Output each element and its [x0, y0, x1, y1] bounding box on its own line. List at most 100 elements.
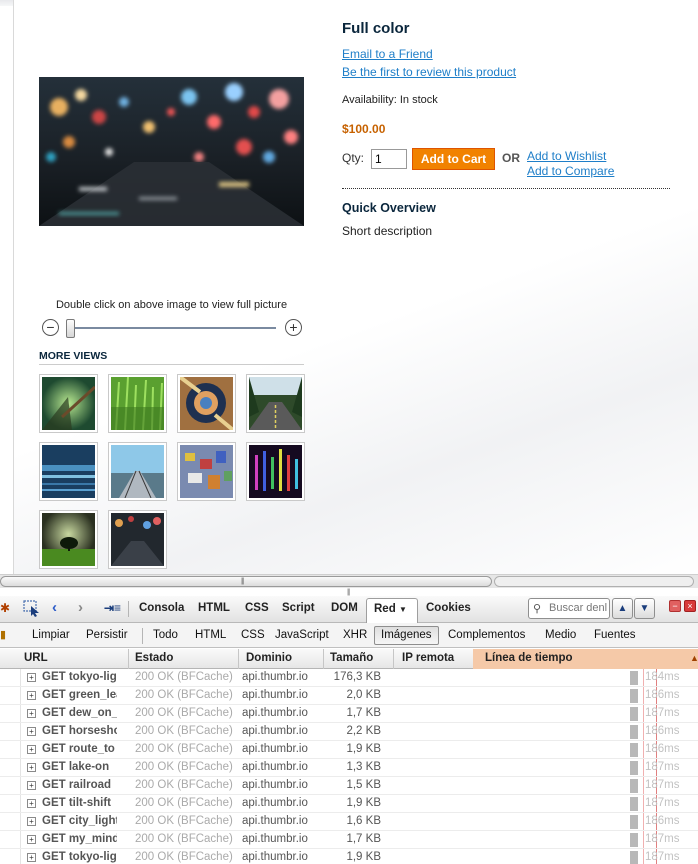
expand-row-icon[interactable]: +	[27, 745, 36, 754]
table-row[interactable]: + GET tokyo-light 200 OK (BFCache) api.thum…	[0, 669, 698, 687]
table-row[interactable]: + GET my_mind 200 OK (BFCache) api.thumbr.i…	[0, 831, 698, 849]
inspect-element-icon[interactable]	[22, 599, 42, 617]
request-url[interactable]: GET route_to	[42, 743, 117, 755]
request-domain: api.thumbr.io	[242, 833, 308, 845]
request-time: 186ms	[645, 743, 680, 755]
filter-complementos[interactable]: Complementos	[448, 629, 525, 641]
filter-fuentes[interactable]: Fuentes	[594, 629, 636, 641]
tab-consola[interactable]: Consola	[139, 602, 184, 614]
more-views-heading: MORE VIEWS	[39, 350, 304, 365]
request-time: 187ms	[645, 833, 680, 845]
thumbnail-forest-road[interactable]	[246, 374, 305, 433]
request-url[interactable]: GET green_leaves	[42, 689, 117, 701]
scrollbar-track-end[interactable]	[494, 576, 694, 587]
zoom-slider-track[interactable]	[68, 327, 276, 329]
thumbnail-green-grass[interactable]	[108, 374, 167, 433]
column-ip-remota[interactable]: IP remota	[402, 652, 454, 664]
table-row[interactable]: + GET city_lights 200 OK (BFCache) api.thum…	[0, 813, 698, 831]
filter-todo[interactable]: Todo	[153, 629, 178, 641]
command-line-icon[interactable]: ⇥≡	[104, 601, 121, 615]
write-review-link[interactable]: Be the first to review this product	[342, 65, 516, 79]
filter-medio[interactable]: Medio	[545, 629, 576, 641]
tab-script[interactable]: Script	[282, 602, 315, 614]
scrollbar-thumb[interactable]	[0, 576, 492, 587]
expand-row-icon[interactable]: +	[27, 691, 36, 700]
table-row[interactable]: + GET green_leaves 200 OK (BFCache) api.thu…	[0, 687, 698, 705]
table-row[interactable]: + GET tilt-shift 200 OK (BFCache) api.thumb…	[0, 795, 698, 813]
minimize-panel-icon[interactable]: −	[669, 600, 681, 612]
add-to-cart-button[interactable]: Add to Cart	[412, 148, 495, 170]
column-dominio[interactable]: Dominio	[246, 652, 292, 664]
request-url[interactable]: GET my_mind	[42, 833, 117, 845]
expand-row-icon[interactable]: +	[27, 781, 36, 790]
thumbnail-forest[interactable]	[39, 374, 98, 433]
back-arrow-icon[interactable]: ‹	[52, 599, 57, 616]
expand-row-icon[interactable]: +	[27, 799, 36, 808]
tab-cookies[interactable]: Cookies	[426, 602, 471, 614]
request-url[interactable]: GET horseshoe	[42, 725, 117, 737]
zoom-slider-handle[interactable]	[66, 319, 75, 338]
filter-javascript[interactable]: JavaScript	[275, 629, 329, 641]
table-row[interactable]: + GET railroad 200 OK (BFCache) api.thumbr.…	[0, 777, 698, 795]
search-previous-button[interactable]: ▲	[612, 598, 633, 619]
persist-button[interactable]: Persistir	[86, 629, 128, 641]
request-url[interactable]: GET tokyo-light	[42, 851, 117, 863]
request-url[interactable]: GET railroad	[42, 779, 117, 791]
request-url[interactable]: GET city_lights	[42, 815, 117, 827]
expand-row-icon[interactable]: +	[27, 835, 36, 844]
thumbnail-railroad[interactable]	[108, 442, 167, 501]
table-row[interactable]: + GET lake-on 200 OK (BFCache) api.thumbr.i…	[0, 759, 698, 777]
expand-row-icon[interactable]: +	[27, 709, 36, 718]
tab-dom[interactable]: DOM	[331, 602, 358, 614]
tab-css[interactable]: CSS	[245, 602, 269, 614]
main-product-image[interactable]	[39, 77, 304, 226]
thumbnail-tilt-shift[interactable]	[177, 442, 236, 501]
table-row[interactable]: + GET route_to 200 OK (BFCache) api.thumbr.…	[0, 741, 698, 759]
browser-page: Double click on above image to view full…	[0, 0, 698, 864]
column-url[interactable]: URL	[24, 652, 48, 664]
broom-icon: ▮	[0, 629, 7, 641]
request-url[interactable]: GET lake-on	[42, 761, 117, 773]
zoom-in-button[interactable]: +	[285, 319, 302, 336]
thumbnail-city-lights[interactable]	[246, 442, 305, 501]
expand-row-icon[interactable]: +	[27, 763, 36, 772]
clear-button[interactable]: Limpiar	[32, 629, 70, 641]
thumbnail-tokyo[interactable]	[108, 510, 167, 569]
column-tamano[interactable]: Tamaño	[330, 652, 373, 664]
close-panel-icon[interactable]: ×	[684, 600, 696, 612]
forward-arrow-icon[interactable]: ›	[78, 599, 83, 616]
filter-imagenes[interactable]: Imágenes	[374, 626, 439, 645]
add-to-wishlist-link[interactable]: Add to Wishlist	[527, 149, 606, 163]
table-row[interactable]: + GET tokyo-light 200 OK (BFCache) api.thum…	[0, 849, 698, 864]
request-domain: api.thumbr.io	[242, 815, 308, 827]
zoom-out-button[interactable]: −	[42, 319, 59, 336]
search-next-button[interactable]: ▼	[634, 598, 655, 619]
expand-row-icon[interactable]: +	[27, 673, 36, 682]
panel-resize-grip-icon[interactable]: |||	[347, 589, 351, 596]
thumbnail-lone-tree[interactable]	[39, 510, 98, 569]
dotted-divider	[342, 188, 670, 189]
qty-input[interactable]: 1	[371, 149, 407, 169]
thumbnail-dew-drop[interactable]	[177, 374, 236, 433]
expand-row-icon[interactable]: +	[27, 727, 36, 736]
table-row[interactable]: + GET horseshoe 200 OK (BFCache) api.thumbr…	[0, 723, 698, 741]
filter-css[interactable]: CSS	[241, 629, 265, 641]
tab-html[interactable]: HTML	[198, 602, 230, 614]
filter-xhr[interactable]: XHR	[343, 629, 367, 641]
expand-row-icon[interactable]: +	[27, 817, 36, 826]
request-url[interactable]: GET tokyo-light	[42, 671, 117, 683]
thumbnail-lake[interactable]	[39, 442, 98, 501]
request-url[interactable]: GET tilt-shift	[42, 797, 117, 809]
request-url[interactable]: GET dew_on_grass	[42, 707, 117, 719]
add-to-compare-link[interactable]: Add to Compare	[527, 164, 614, 178]
email-friend-link[interactable]: Email to a Friend	[342, 47, 433, 61]
dropdown-arrow-icon[interactable]: ▼	[399, 605, 407, 614]
tab-red[interactable]: Red ▼	[366, 598, 418, 623]
column-estado[interactable]: Estado	[135, 652, 173, 664]
filter-html[interactable]: HTML	[195, 629, 226, 641]
column-linea-de-tiempo[interactable]: Línea de tiempo	[485, 652, 573, 664]
firebug-bug-icon[interactable]: ✱	[0, 601, 10, 615]
table-row[interactable]: + GET dew_on_grass 200 OK (BFCache) api.thu…	[0, 705, 698, 723]
page-horizontal-scrollbar[interactable]: |||	[0, 574, 698, 588]
expand-row-icon[interactable]: +	[27, 853, 36, 862]
